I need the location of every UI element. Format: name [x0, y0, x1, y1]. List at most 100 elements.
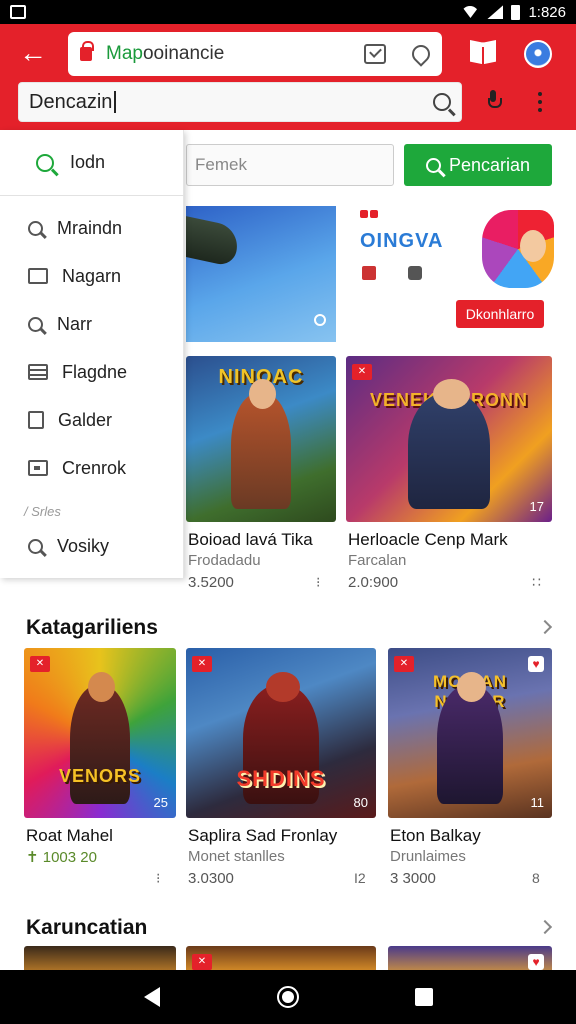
text-caret: [114, 91, 116, 114]
menu-item-label: Crenrok: [62, 457, 127, 478]
menu-item[interactable]: Flagdne: [0, 352, 184, 392]
status-time: 1:826: [528, 3, 566, 21]
more-icon[interactable]: I2: [354, 870, 366, 886]
menu-item[interactable]: Galder: [0, 400, 184, 440]
game-title: Boioad lavá Tika: [188, 530, 313, 549]
banner-icon-row: [362, 266, 422, 280]
screen: 1:826 ← Mapooinancie Dencazin Femek Penc…: [0, 0, 576, 1024]
menu-item[interactable]: Nagarn: [0, 256, 184, 296]
battery-icon: [511, 4, 521, 20]
game-subtitle: Farcalan: [348, 552, 407, 569]
hero-head: [265, 671, 300, 703]
device-icon: [408, 266, 422, 280]
heart-icon[interactable]: ♥: [528, 656, 544, 672]
list-icon: [28, 364, 48, 380]
hero-art: [407, 392, 491, 509]
promo-banner-image[interactable]: [186, 206, 336, 342]
rating-icon: [362, 266, 376, 280]
blaster-art: [186, 212, 242, 268]
game-title: Eton Balkay: [390, 826, 481, 845]
game-count: 3 3000: [390, 870, 436, 887]
thumbnail-corner-label: 80: [353, 795, 368, 810]
chevron-right-icon[interactable]: [537, 619, 553, 635]
url-bar[interactable]: Mapooinancie: [68, 32, 442, 76]
menu-item[interactable]: Mraindn: [0, 208, 184, 248]
hero-head: [432, 379, 470, 410]
more-icon[interactable]: ⁝: [316, 574, 320, 591]
status-bar: 1:826: [0, 0, 576, 24]
section-title: Katagariliens: [26, 616, 158, 639]
nav-home-icon[interactable]: [277, 986, 299, 1008]
brand-mini-icon: [360, 210, 380, 222]
microphone-icon[interactable]: [488, 90, 502, 112]
browser-icon[interactable]: [524, 40, 552, 68]
game-count: 3.5200: [188, 574, 234, 591]
game-card[interactable]: ✕ VENORS 25 Roat Mahel ✝ 1003 20 ⁝: [24, 648, 176, 898]
promo-banner[interactable]: OINGVA: [346, 206, 556, 290]
menu-header-label: Iodn: [70, 152, 106, 172]
game-thumbnail: ✕ SHDINS 80: [186, 648, 376, 818]
more-icon[interactable]: ∷: [532, 574, 541, 591]
more-vert-icon[interactable]: [537, 92, 543, 114]
wifi-icon: [461, 6, 480, 18]
url-text-rest: ooinancie: [142, 43, 225, 64]
search-icon: [28, 538, 43, 554]
hero-art: [231, 392, 291, 509]
search-input[interactable]: Dencazin: [29, 91, 433, 114]
thumbnail-corner-label: 17: [529, 499, 544, 514]
search-icon[interactable]: [433, 93, 451, 111]
search-button[interactable]: Pencarian: [404, 144, 552, 186]
game-thumbnail: ✕ ♥ MOVIAN NOVIER 11: [388, 648, 552, 818]
nav-recents-icon[interactable]: [415, 988, 433, 1006]
art-title: VENORS: [58, 766, 141, 786]
url-text-highlight: Map: [106, 43, 143, 64]
game-card[interactable]: ✕ ♥ MOVIAN NOVIER 11 Eton Balkay Drunlai…: [388, 648, 552, 898]
download-button[interactable]: Dkonhlarro: [456, 300, 544, 328]
note-check-icon[interactable]: [364, 44, 386, 64]
search-button-label: Pencarian: [448, 154, 531, 175]
book-icon[interactable]: [470, 40, 496, 64]
game-title: Saplira Sad Fronlay: [188, 826, 338, 845]
more-icon[interactable]: ⁝: [156, 870, 160, 887]
info-icon: [314, 314, 326, 326]
menu-section-text: Srles: [31, 504, 61, 519]
search-icon: [28, 316, 43, 332]
brand-badge-icon: ✕: [30, 656, 50, 672]
thumbnail-corner-label: 25: [153, 795, 168, 810]
navigation-bar: [0, 970, 576, 1024]
brand-badge-icon: ✕: [192, 656, 212, 672]
filter-input[interactable]: Femek: [186, 144, 394, 186]
search-icon: [36, 153, 54, 172]
banner-title: OINGVA: [360, 230, 444, 252]
app-toolbar: ← Mapooinancie Dencazin: [0, 24, 576, 130]
hero-head: [249, 379, 276, 410]
side-menu: Iodn Mraindn Nagarn Narr Flagdne Galder …: [0, 130, 184, 578]
more-icon[interactable]: 8: [532, 870, 540, 886]
game-card[interactable]: ✕ VENEK DARONN 17 Herloacle Cenp Mark Fa…: [346, 356, 552, 606]
signal-icon: [487, 5, 504, 19]
menu-item[interactable]: Vosiky: [0, 526, 184, 566]
heart-icon[interactable]: ♥: [528, 954, 544, 970]
page-icon: [28, 411, 44, 429]
hero-art: [437, 685, 503, 805]
game-thumbnail: NINOAC: [186, 356, 336, 522]
url-text[interactable]: Mapooinancie: [106, 43, 364, 65]
banner-character-art: [482, 210, 554, 288]
game-subtitle: Monet stanlles: [188, 848, 285, 865]
search-icon: [425, 157, 441, 173]
menu-item[interactable]: Narr: [0, 304, 184, 344]
chevron-right-icon[interactable]: [537, 919, 553, 935]
menu-item-label: Narr: [57, 313, 92, 334]
game-thumbnail: ✕ VENORS 25: [24, 648, 176, 818]
window-icon: [28, 268, 48, 284]
menu-item-label: Flagdne: [62, 361, 128, 382]
tag-icon[interactable]: [408, 41, 434, 67]
nav-back-icon[interactable]: [144, 987, 160, 1007]
brand-badge-icon: ✕: [352, 364, 372, 380]
game-card[interactable]: ✕ SHDINS 80 Saplira Sad Fronlay Monet st…: [186, 648, 376, 898]
back-arrow-icon[interactable]: ←: [18, 38, 48, 68]
game-card[interactable]: NINOAC Boioad lavá Tika Frodadadu 3.5200…: [186, 356, 336, 606]
menu-item[interactable]: Crenrok: [0, 448, 184, 488]
search-bar[interactable]: Dencazin: [18, 82, 462, 122]
menu-header[interactable]: Iodn: [0, 130, 184, 196]
